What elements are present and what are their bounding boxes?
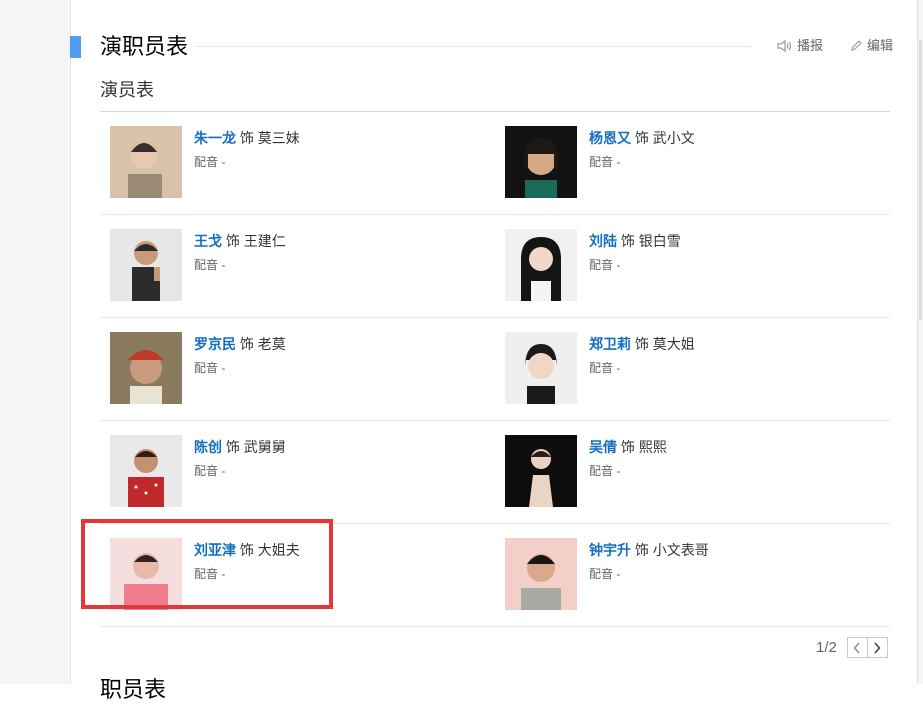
dub-label: 配音 <box>589 155 614 169</box>
actor-name-link[interactable]: 罗京民 <box>194 336 236 352</box>
as-text: 饰 <box>239 336 254 352</box>
actor-name-link[interactable]: 刘陆 <box>589 233 617 249</box>
dub-label: 配音 <box>194 464 219 478</box>
role-name: 武小文 <box>652 130 695 146</box>
as-text: 饰 <box>225 439 240 455</box>
role-name: 莫三妹 <box>257 130 300 146</box>
dub-label: 配音 <box>589 464 614 478</box>
cast-item: 王戈 饰 王建仁 配音 - <box>100 215 495 318</box>
dub-label: 配音 <box>194 258 219 272</box>
actor-photo[interactable] <box>110 435 182 507</box>
dub-value: - <box>616 567 621 581</box>
chevron-left-icon <box>853 642 861 654</box>
dub-label: 配音 <box>194 361 219 375</box>
role-name: 银白雪 <box>638 233 681 249</box>
prev-page-button[interactable] <box>846 637 868 658</box>
role-name: 小文表哥 <box>652 542 709 558</box>
as-text: 饰 <box>634 336 649 352</box>
role-name: 武舅舅 <box>243 439 286 455</box>
dub-value: - <box>616 361 621 375</box>
chevron-right-icon <box>873 641 881 654</box>
as-text: 饰 <box>620 439 635 455</box>
edit-button[interactable]: 编辑 <box>850 37 893 55</box>
scrollbar[interactable] <box>917 0 923 684</box>
actor-photo[interactable] <box>505 435 577 507</box>
cast-item: 朱一龙 饰 莫三妹 配音 - <box>100 112 495 215</box>
page-indicator: 1/2 <box>816 638 837 656</box>
title-divider <box>196 46 751 47</box>
actor-photo[interactable] <box>110 332 182 404</box>
cast-item: 陈创 饰 武舅舅 配音 - <box>100 421 495 524</box>
report-button[interactable]: 播报 <box>776 37 823 55</box>
as-text: 饰 <box>225 233 240 249</box>
cast-item: 钟宇升 饰 小文表哥 配音 - <box>495 524 890 627</box>
actor-name-link[interactable]: 朱一龙 <box>194 130 236 146</box>
cast-item: 郑卫莉 饰 莫大姐 配音 - <box>495 318 890 421</box>
dub-value: - <box>221 361 226 375</box>
dub-label: 配音 <box>589 258 614 272</box>
edit-label: 编辑 <box>867 38 894 53</box>
as-text: 饰 <box>634 130 649 146</box>
dub-value: - <box>221 464 226 478</box>
actor-name-link[interactable]: 杨恩又 <box>589 130 631 146</box>
dub-value: - <box>616 258 621 272</box>
speaker-icon <box>776 39 792 53</box>
actor-photo[interactable] <box>505 538 577 610</box>
report-label: 播报 <box>797 38 824 53</box>
role-name: 王建仁 <box>243 233 286 249</box>
as-text: 饰 <box>634 542 649 558</box>
actor-photo[interactable] <box>110 126 182 198</box>
section-marker <box>70 36 81 58</box>
actor-name-link[interactable]: 王戈 <box>194 233 222 249</box>
section-title: 演职员表 <box>100 34 189 59</box>
actor-photo[interactable] <box>505 332 577 404</box>
role-name: 老莫 <box>257 336 286 352</box>
actor-name-link[interactable]: 郑卫莉 <box>589 336 631 352</box>
dub-label: 配音 <box>589 361 614 375</box>
actor-photo[interactable] <box>505 229 577 301</box>
dub-label: 配音 <box>589 567 614 581</box>
cast-item: 罗京民 饰 老莫 配音 - <box>100 318 495 421</box>
actor-photo[interactable] <box>505 126 577 198</box>
actor-name-link[interactable]: 吴倩 <box>589 439 617 455</box>
dub-value: - <box>616 464 621 478</box>
dub-value: - <box>221 258 226 272</box>
dub-label: 配音 <box>194 155 219 169</box>
actor-name-link[interactable]: 钟宇升 <box>589 542 631 558</box>
as-text: 饰 <box>239 130 254 146</box>
next-page-button[interactable] <box>867 637 888 658</box>
role-name: 莫大姐 <box>652 336 695 352</box>
cast-item: 刘陆 饰 银白雪 配音 - <box>495 215 890 318</box>
cast-heading: 演员表 <box>100 80 154 100</box>
cast-item: 杨恩又 饰 武小文 配音 - <box>495 112 890 215</box>
pencil-icon <box>850 40 862 52</box>
crew-heading: 职员表 <box>100 677 167 702</box>
scrollbar-thumb[interactable] <box>919 40 922 320</box>
role-name: 熙熙 <box>638 439 667 455</box>
actor-photo[interactable] <box>110 229 182 301</box>
cast-item: 吴倩 饰 熙熙 配音 - <box>495 421 890 524</box>
actor-name-link[interactable]: 陈创 <box>194 439 222 455</box>
as-text: 饰 <box>620 233 635 249</box>
pager: 1/2 <box>816 637 888 658</box>
dub-value: - <box>221 155 226 169</box>
left-gutter <box>0 0 71 684</box>
highlight-box <box>81 519 333 609</box>
dub-value: - <box>616 155 621 169</box>
